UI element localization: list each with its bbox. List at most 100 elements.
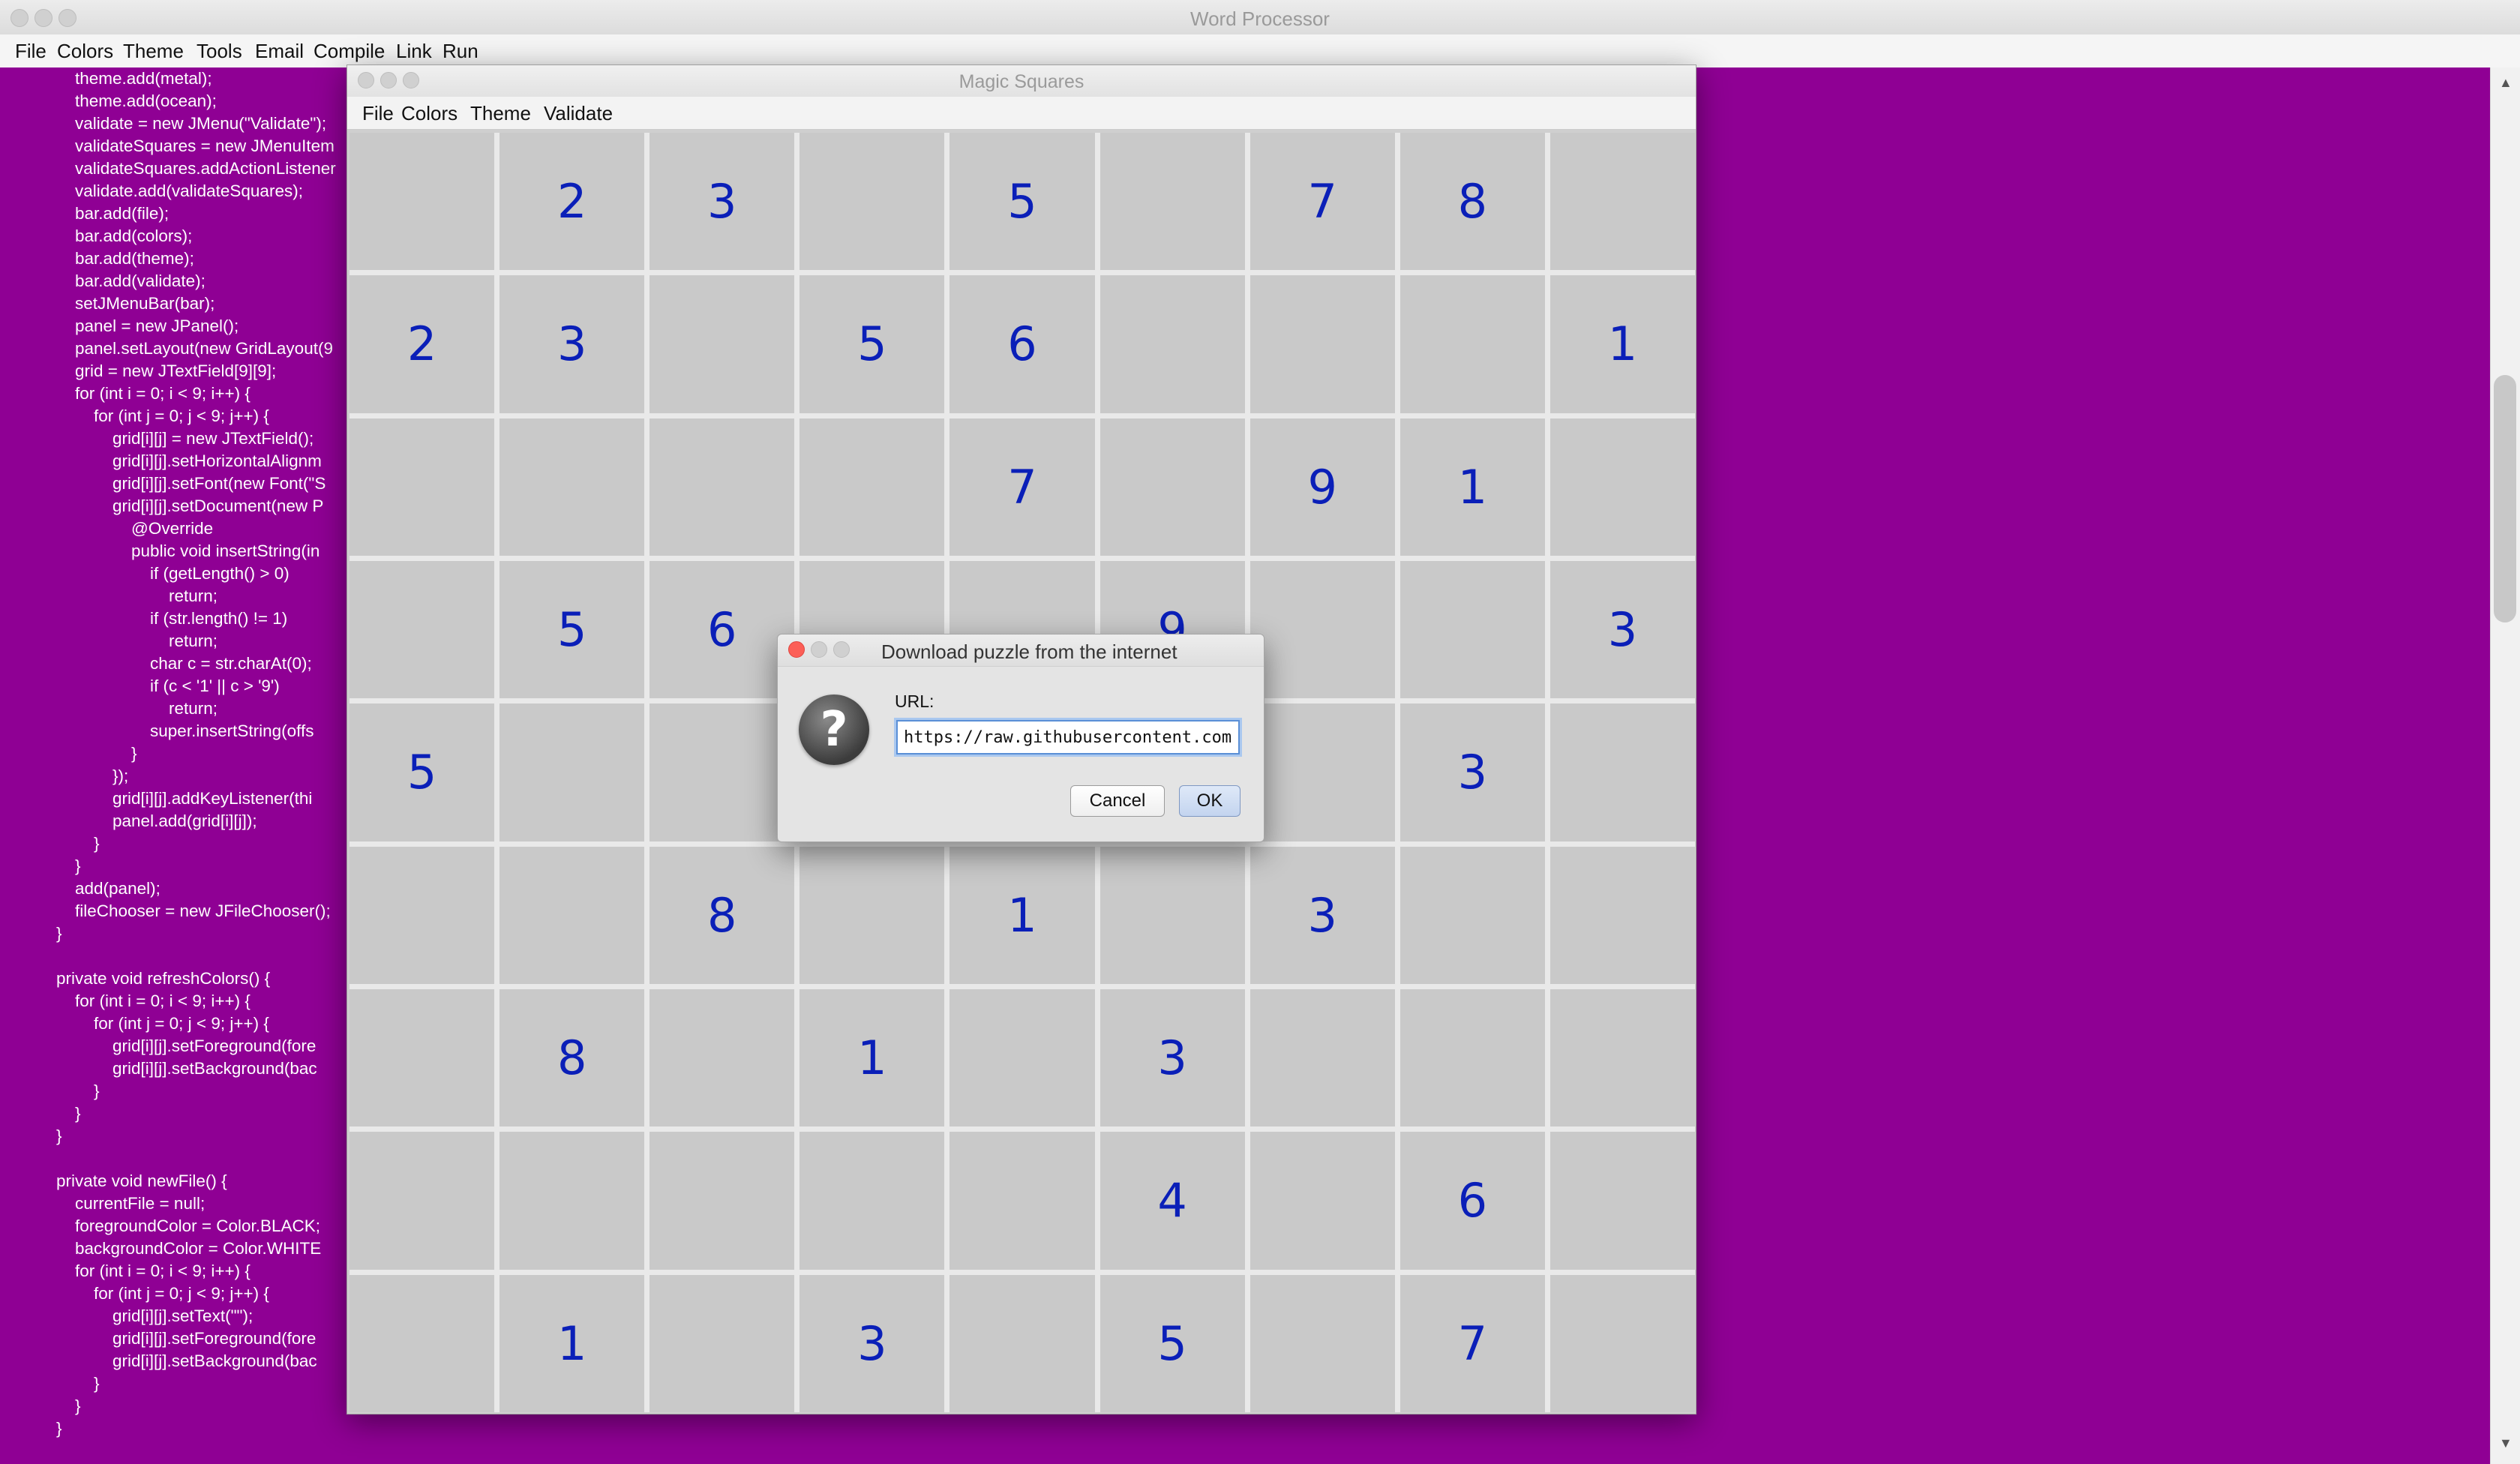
grid-cell-r1-c5[interactable]: 5: [950, 133, 1095, 271]
grid-cell-r2-c5[interactable]: 6: [950, 275, 1095, 413]
grid-cell-r2-c7[interactable]: [1250, 275, 1395, 413]
menu-run[interactable]: Run: [442, 40, 478, 63]
grid-cell-r5-c3[interactable]: [650, 704, 795, 842]
grid-cell-r9-c9[interactable]: [1550, 1274, 1695, 1412]
grid-cell-r7-c5[interactable]: [950, 988, 1095, 1127]
grid-cell-r8-c5[interactable]: [950, 1132, 1095, 1270]
grid-cell-r2-c3[interactable]: [650, 275, 795, 413]
grid-cell-r8-c2[interactable]: [500, 1132, 645, 1270]
grid-cell-r3-c1[interactable]: [350, 418, 495, 556]
grid-cell-r6-c8[interactable]: [1400, 846, 1545, 984]
grid-cell-r3-c4[interactable]: [800, 418, 945, 556]
ms-menu-validate[interactable]: Validate: [544, 102, 613, 125]
grid-cell-r6-c2[interactable]: [500, 846, 645, 984]
menu-file[interactable]: File: [15, 40, 46, 63]
cancel-button[interactable]: Cancel: [1070, 785, 1165, 817]
grid-cell-r7-c1[interactable]: [350, 988, 495, 1127]
grid-cell-r5-c1[interactable]: 5: [350, 704, 495, 842]
vertical-scrollbar[interactable]: ▲ ▼: [2490, 68, 2520, 1464]
grid-cell-r4-c8[interactable]: [1400, 560, 1545, 699]
grid-cell-r3-c8[interactable]: 1: [1400, 418, 1545, 556]
dialog-titlebar[interactable]: Download puzzle from the internet: [778, 634, 1264, 667]
grid-cell-r1-c4[interactable]: [800, 133, 945, 271]
grid-cell-r8-c4[interactable]: [800, 1132, 945, 1270]
grid-cell-r6-c9[interactable]: [1550, 846, 1695, 984]
scroll-up-arrow-icon[interactable]: ▲: [2499, 75, 2512, 91]
grid-cell-r8-c1[interactable]: [350, 1132, 495, 1270]
grid-cell-r1-c2[interactable]: 2: [500, 133, 645, 271]
grid-cell-r9-c6[interactable]: 5: [1100, 1274, 1245, 1412]
grid-cell-r3-c9[interactable]: [1550, 418, 1695, 556]
grid-cell-r9-c3[interactable]: [650, 1274, 795, 1412]
grid-cell-r9-c4[interactable]: 3: [800, 1274, 945, 1412]
grid-cell-r2-c4[interactable]: 5: [800, 275, 945, 413]
menu-tools[interactable]: Tools: [196, 40, 242, 63]
grid-cell-r7-c3[interactable]: [650, 988, 795, 1127]
grid-cell-r7-c6[interactable]: 3: [1100, 988, 1245, 1127]
grid-cell-r5-c7[interactable]: [1250, 704, 1395, 842]
grid-cell-r9-c5[interactable]: [950, 1274, 1095, 1412]
grid-cell-r3-c2[interactable]: [500, 418, 645, 556]
grid-cell-r6-c6[interactable]: [1100, 846, 1245, 984]
grid-cell-r3-c7[interactable]: 9: [1250, 418, 1395, 556]
grid-cell-r8-c6[interactable]: 4: [1100, 1132, 1245, 1270]
ms-menu-file[interactable]: File: [362, 102, 394, 125]
grid-cell-r7-c2[interactable]: 8: [500, 988, 645, 1127]
code-text[interactable]: theme.add(metal); theme.add(ocean); vali…: [38, 68, 352, 1462]
grid-cell-r4-c1[interactable]: [350, 560, 495, 699]
grid-cell-r6-c7[interactable]: 3: [1250, 846, 1395, 984]
scroll-down-arrow-icon[interactable]: ▼: [2499, 1436, 2512, 1451]
grid-cell-r2-c9[interactable]: 1: [1550, 275, 1695, 413]
grid-cell-r1-c7[interactable]: 7: [1250, 133, 1395, 271]
grid-cell-r1-c3[interactable]: 3: [650, 133, 795, 271]
grid-cell-r1-c6[interactable]: [1100, 133, 1245, 271]
ms-menu-colors[interactable]: Colors: [401, 102, 458, 125]
grid-cell-r4-c2[interactable]: 5: [500, 560, 645, 699]
grid-cell-r1-c8[interactable]: 8: [1400, 133, 1545, 271]
grid-cell-r8-c7[interactable]: [1250, 1132, 1395, 1270]
grid-cell-r8-c9[interactable]: [1550, 1132, 1695, 1270]
window-title: Word Processor: [1190, 8, 1330, 30]
grid-cell-r7-c8[interactable]: [1400, 988, 1545, 1127]
grid-cell-r1-c9[interactable]: [1550, 133, 1695, 271]
ms-menu-theme[interactable]: Theme: [470, 102, 531, 125]
grid-cell-r8-c8[interactable]: 6: [1400, 1132, 1545, 1270]
grid-cell-r7-c7[interactable]: [1250, 988, 1395, 1127]
grid-cell-r3-c5[interactable]: 7: [950, 418, 1095, 556]
grid-cell-r6-c5[interactable]: 1: [950, 846, 1095, 984]
grid-cell-r2-c2[interactable]: 3: [500, 275, 645, 413]
menu-email[interactable]: Email: [255, 40, 304, 63]
grid-cell-r5-c9[interactable]: [1550, 704, 1695, 842]
grid-cell-r9-c7[interactable]: [1250, 1274, 1395, 1412]
dialog-close-icon[interactable]: [788, 641, 805, 658]
grid-cell-r9-c1[interactable]: [350, 1274, 495, 1412]
grid-cell-r2-c6[interactable]: [1100, 275, 1245, 413]
grid-cell-r4-c7[interactable]: [1250, 560, 1395, 699]
menu-link[interactable]: Link: [396, 40, 432, 63]
grid-cell-r4-c3[interactable]: 6: [650, 560, 795, 699]
grid-cell-r5-c2[interactable]: [500, 704, 645, 842]
grid-cell-r5-c8[interactable]: 3: [1400, 704, 1545, 842]
menu-theme[interactable]: Theme: [123, 40, 184, 63]
grid-cell-r9-c2[interactable]: 1: [500, 1274, 645, 1412]
magic-squares-titlebar[interactable]: Magic Squares: [347, 65, 1696, 98]
grid-cell-r7-c4[interactable]: 1: [800, 988, 945, 1127]
grid-cell-r1-c1[interactable]: [350, 133, 495, 271]
menu-compile[interactable]: Compile: [314, 40, 385, 63]
grid-cell-r3-c3[interactable]: [650, 418, 795, 556]
grid-cell-r7-c9[interactable]: [1550, 988, 1695, 1127]
grid-cell-r8-c3[interactable]: [650, 1132, 795, 1270]
grid-cell-r6-c4[interactable]: [800, 846, 945, 984]
menu-colors[interactable]: Colors: [57, 40, 113, 63]
grid-cell-r3-c6[interactable]: [1100, 418, 1245, 556]
scroll-thumb[interactable]: [2494, 375, 2516, 622]
grid-cell-r6-c1[interactable]: [350, 846, 495, 984]
url-input[interactable]: [896, 720, 1240, 754]
grid-cell-r2-c8[interactable]: [1400, 275, 1545, 413]
grid-cell-r2-c1[interactable]: 2: [350, 275, 495, 413]
main-titlebar[interactable]: Word Processor: [0, 0, 2520, 35]
ok-button[interactable]: OK: [1179, 785, 1240, 817]
grid-cell-r9-c8[interactable]: 7: [1400, 1274, 1545, 1412]
grid-cell-r6-c3[interactable]: 8: [650, 846, 795, 984]
grid-cell-r4-c9[interactable]: 3: [1550, 560, 1695, 699]
